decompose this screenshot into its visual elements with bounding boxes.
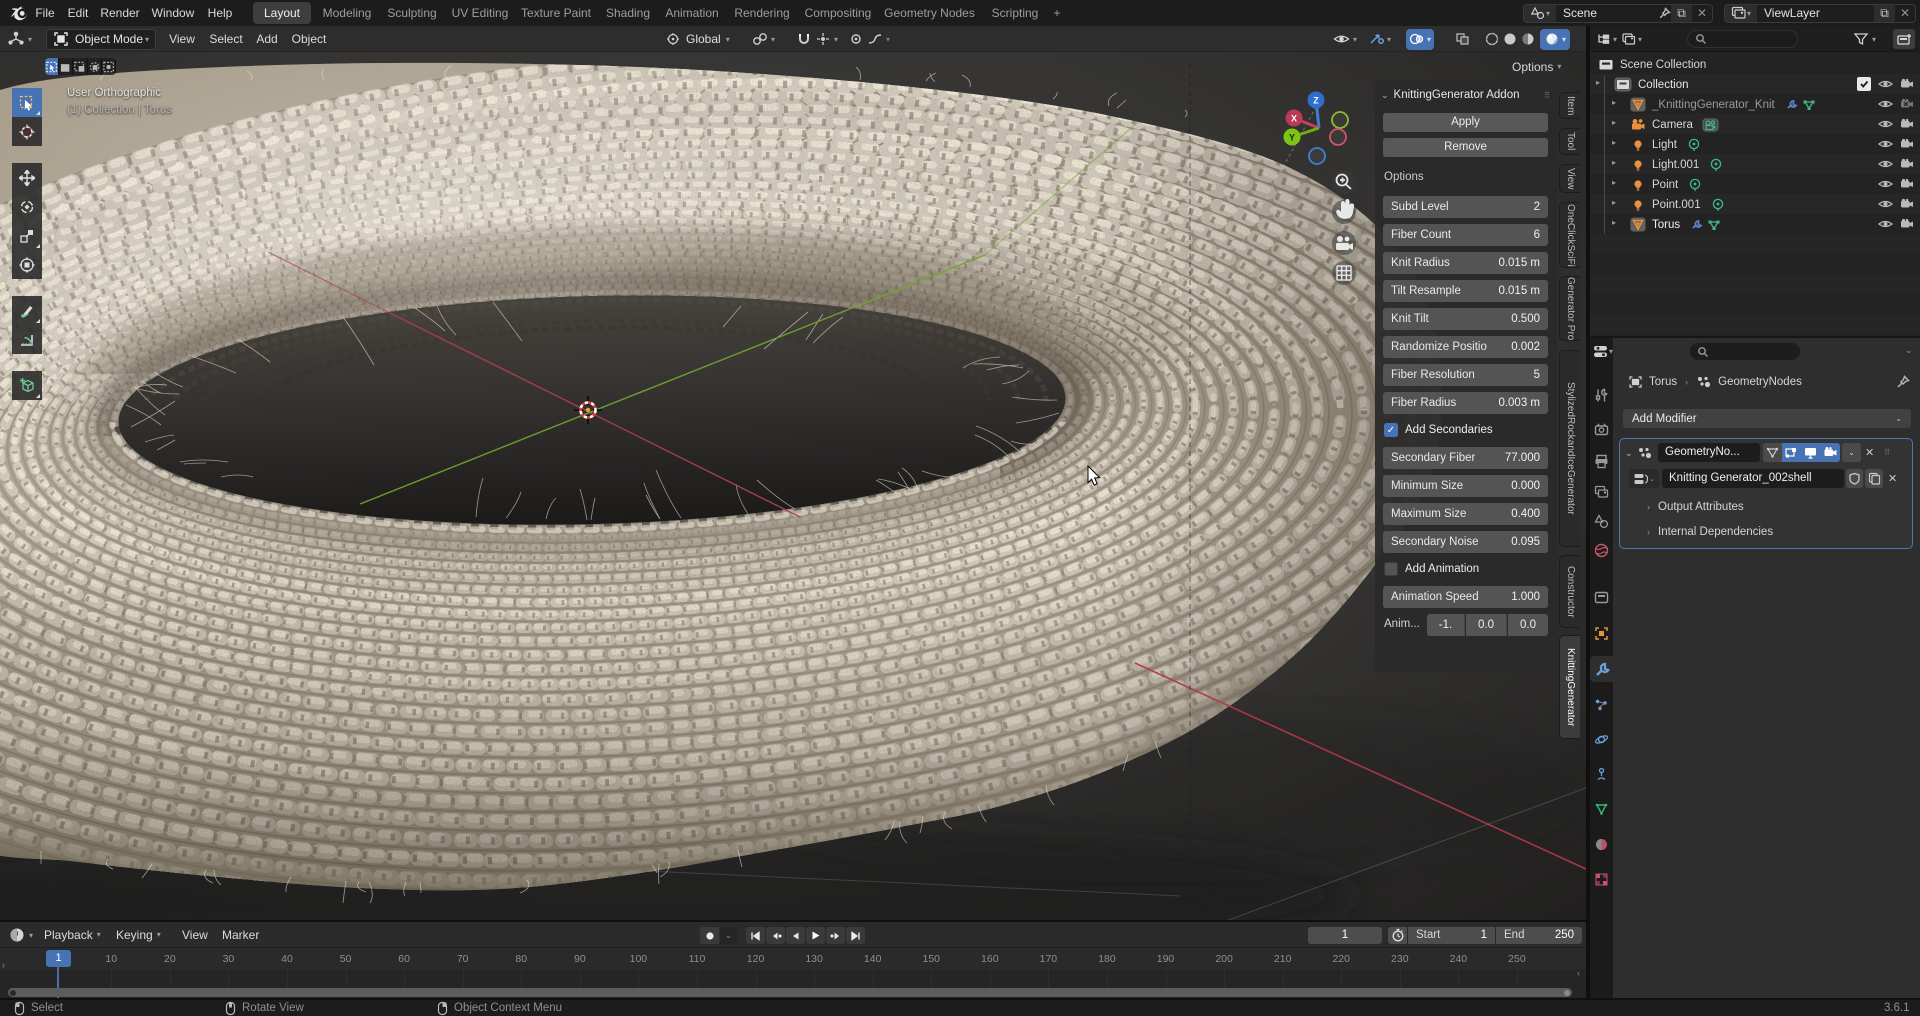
- svg-text:X: X: [1291, 114, 1297, 124]
- svg-text:Z: Z: [1313, 96, 1319, 106]
- svg-text:Y: Y: [1289, 133, 1295, 143]
